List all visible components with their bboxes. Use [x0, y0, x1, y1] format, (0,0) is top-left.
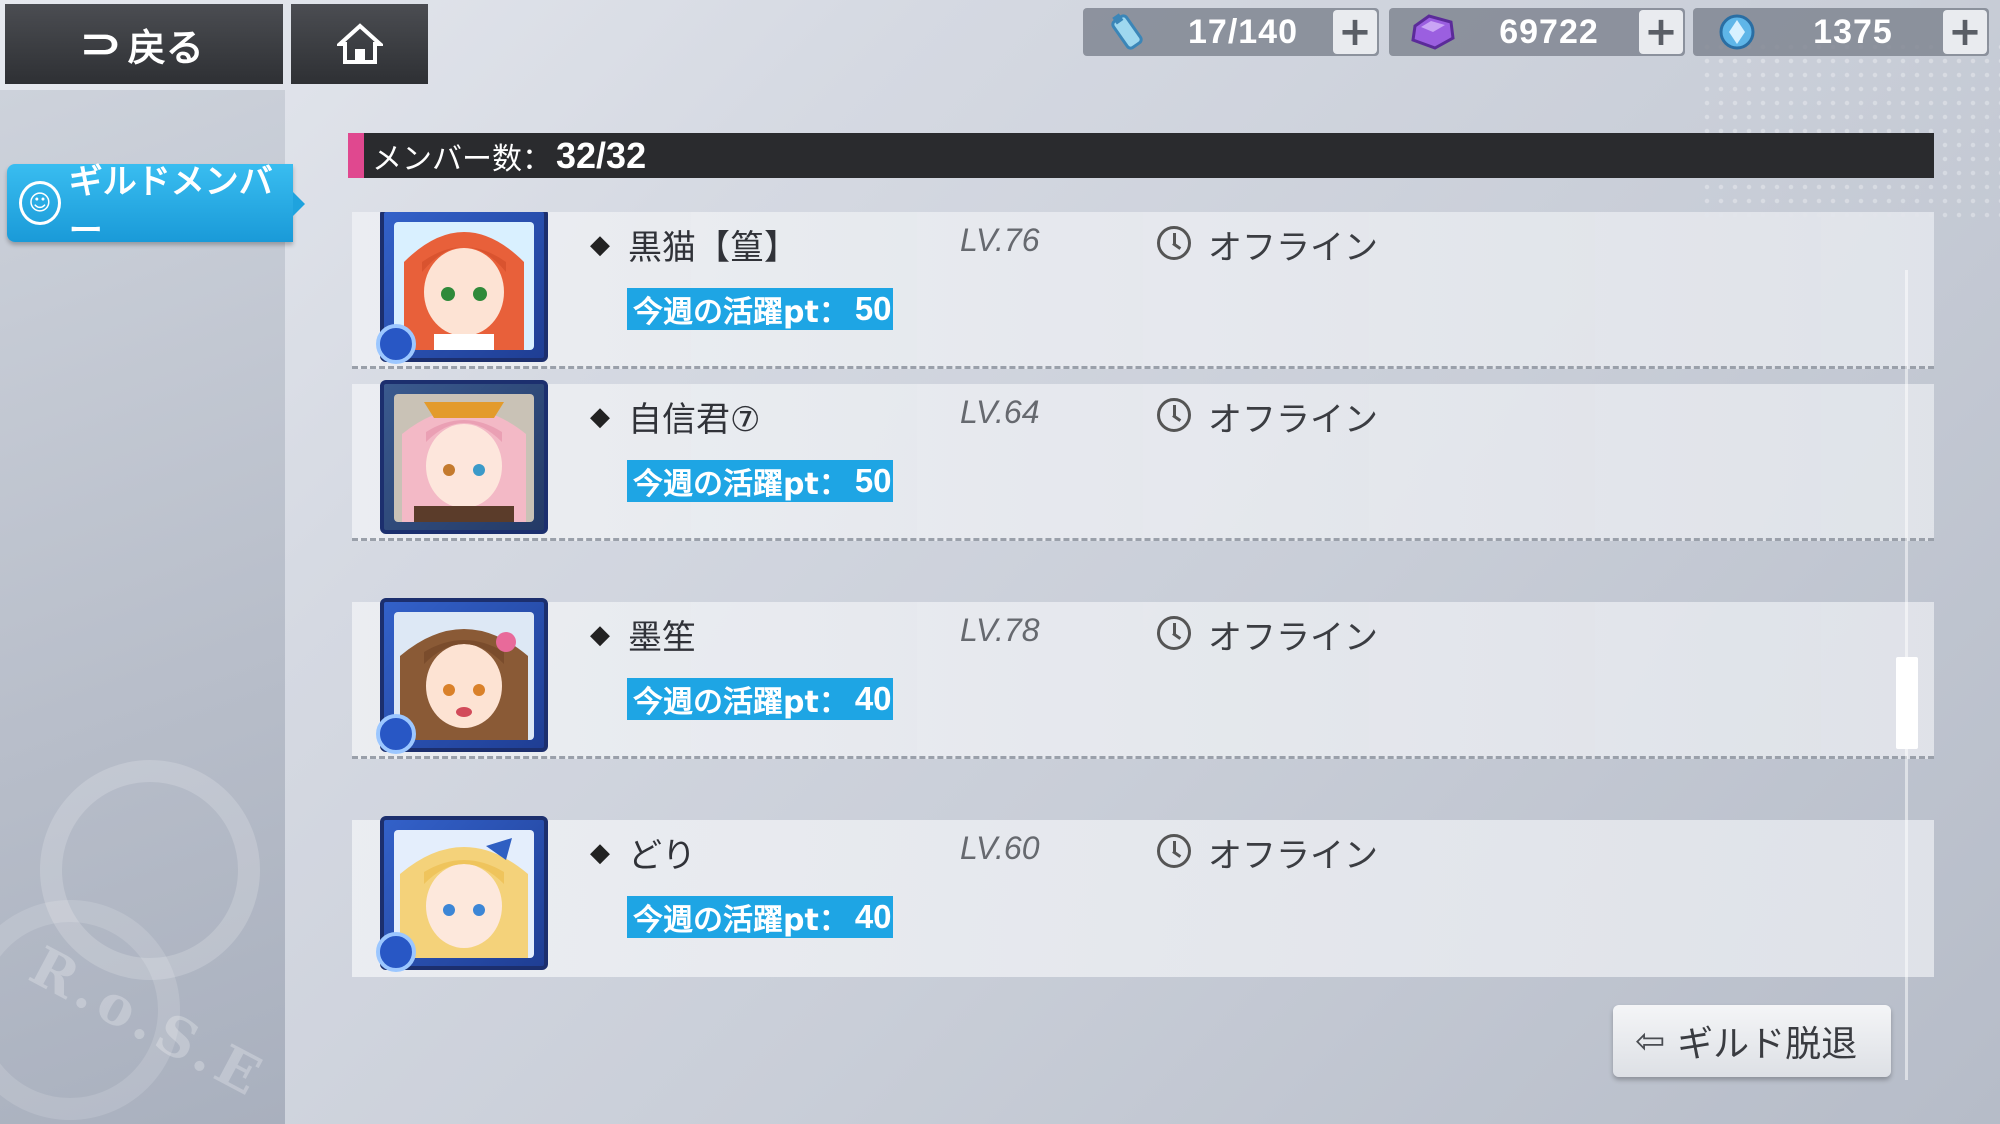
clock-icon — [1157, 616, 1191, 650]
stamina-counter: 17/140 + — [1083, 8, 1379, 56]
header-accent — [348, 133, 364, 178]
stamina-bottle-icon — [1101, 10, 1153, 54]
weekly-points-badge: 今週の活躍pt： 40 — [627, 678, 893, 720]
member-status: オフライン — [1208, 836, 1378, 876]
add-crystal-button[interactable]: + — [1943, 10, 1987, 54]
member-row[interactable]: ◆ どり LV.60 オフライン 今週の活躍pt： 40 — [352, 816, 1934, 977]
leave-guild-label: ギルド脱退 — [1677, 1024, 1858, 1065]
tab-guild-members-label: ギルドメンバー — [68, 162, 273, 251]
gem-counter: 69722 + — [1389, 8, 1685, 56]
home-button[interactable] — [291, 4, 428, 84]
diamond-bullet-icon: ◆ — [590, 838, 610, 868]
member-name: 自信君⑦ — [628, 400, 761, 440]
back-arrow-icon: ⊃ — [79, 21, 123, 67]
avatar[interactable] — [374, 212, 556, 368]
member-name: どり — [628, 836, 696, 876]
diamond-bullet-icon: ◆ — [590, 230, 610, 260]
character-portrait — [394, 830, 534, 958]
weekly-points-label: 今週の活躍pt： — [633, 685, 849, 720]
weekly-points-value: 40 — [854, 680, 892, 717]
member-level: LV.64 — [960, 394, 1040, 430]
weekly-points-badge: 今週の活躍pt： 50 — [627, 288, 893, 330]
member-row[interactable]: ◆ 自信君⑦ LV.64 オフライン 今週の活躍pt： 50 — [352, 380, 1934, 541]
blue-crystal-icon — [1711, 10, 1763, 54]
add-stamina-button[interactable]: + — [1333, 10, 1377, 54]
avatar[interactable] — [374, 380, 556, 540]
weekly-points-label: 今週の活躍pt： — [633, 467, 849, 502]
member-row[interactable]: ◆ 墨笙 LV.78 オフライン 今週の活躍pt： 40 — [352, 598, 1934, 759]
avatar-badge-icon — [376, 324, 416, 364]
member-count-value: 32/32 — [556, 134, 647, 176]
member-status: オフライン — [1208, 228, 1378, 268]
member-level: LV.78 — [960, 612, 1040, 648]
add-gem-button[interactable]: + — [1639, 10, 1683, 54]
clock-icon — [1157, 834, 1191, 868]
crystal-counter: 1375 + — [1693, 8, 1989, 56]
purple-gem-icon — [1407, 10, 1459, 54]
avatar[interactable] — [374, 816, 556, 976]
back-button[interactable]: ⊃ 戻る — [5, 4, 283, 84]
member-count-label: メンバー数： — [372, 141, 552, 177]
clock-icon — [1157, 226, 1191, 260]
crystal-value: 1375 — [1813, 12, 1893, 51]
avatar-badge-icon — [376, 932, 416, 972]
gem-value: 69722 — [1499, 12, 1599, 51]
member-count-header: メンバー数： 32/32 — [348, 133, 1934, 178]
member-status: オフライン — [1208, 400, 1378, 440]
stamina-value: 17/140 — [1188, 12, 1298, 51]
weekly-points-badge: 今週の活躍pt： 40 — [627, 896, 893, 938]
member-name: 墨笙 — [628, 618, 696, 658]
member-level: LV.60 — [960, 830, 1040, 866]
member-status: オフライン — [1208, 618, 1378, 658]
weekly-points-value: 40 — [854, 898, 892, 935]
diamond-bullet-icon: ◆ — [590, 620, 610, 650]
tab-guild-members[interactable]: ☺ ギルドメンバー — [7, 162, 305, 251]
avatar-badge-icon — [376, 714, 416, 754]
weekly-points-label: 今週の活躍pt： — [633, 295, 849, 330]
exit-icon: ⇦ — [1635, 1020, 1666, 1062]
weekly-points-value: 50 — [854, 462, 892, 499]
leave-guild-button[interactable]: ⇦ ギルド脱退 — [1613, 1005, 1891, 1077]
weekly-points-value: 50 — [854, 290, 892, 327]
weekly-points-label: 今週の活躍pt： — [633, 903, 849, 938]
character-portrait — [394, 394, 534, 522]
character-portrait — [394, 612, 534, 740]
weekly-points-badge: 今週の活躍pt： 50 — [627, 460, 893, 502]
character-portrait — [394, 222, 534, 350]
member-level: LV.76 — [960, 222, 1040, 258]
member-name: 黒猫【篁】 — [628, 228, 798, 268]
background-dots — [1700, 40, 2000, 220]
clock-icon — [1157, 398, 1191, 432]
avatar[interactable] — [374, 598, 556, 758]
members-icon: ☺ — [19, 181, 61, 225]
back-label: 戻る — [127, 25, 204, 70]
member-list[interactable]: ◆ 黒猫【篁】 LV.76 オフライン 今週の活躍pt： 50 ◆ 自信君⑦ L… — [352, 212, 1934, 990]
diamond-bullet-icon: ◆ — [590, 402, 610, 432]
member-row[interactable]: ◆ 黒猫【篁】 LV.76 オフライン 今週の活躍pt： 50 — [352, 212, 1934, 369]
home-icon — [334, 23, 385, 65]
scrollbar-thumb[interactable] — [1896, 657, 1918, 749]
